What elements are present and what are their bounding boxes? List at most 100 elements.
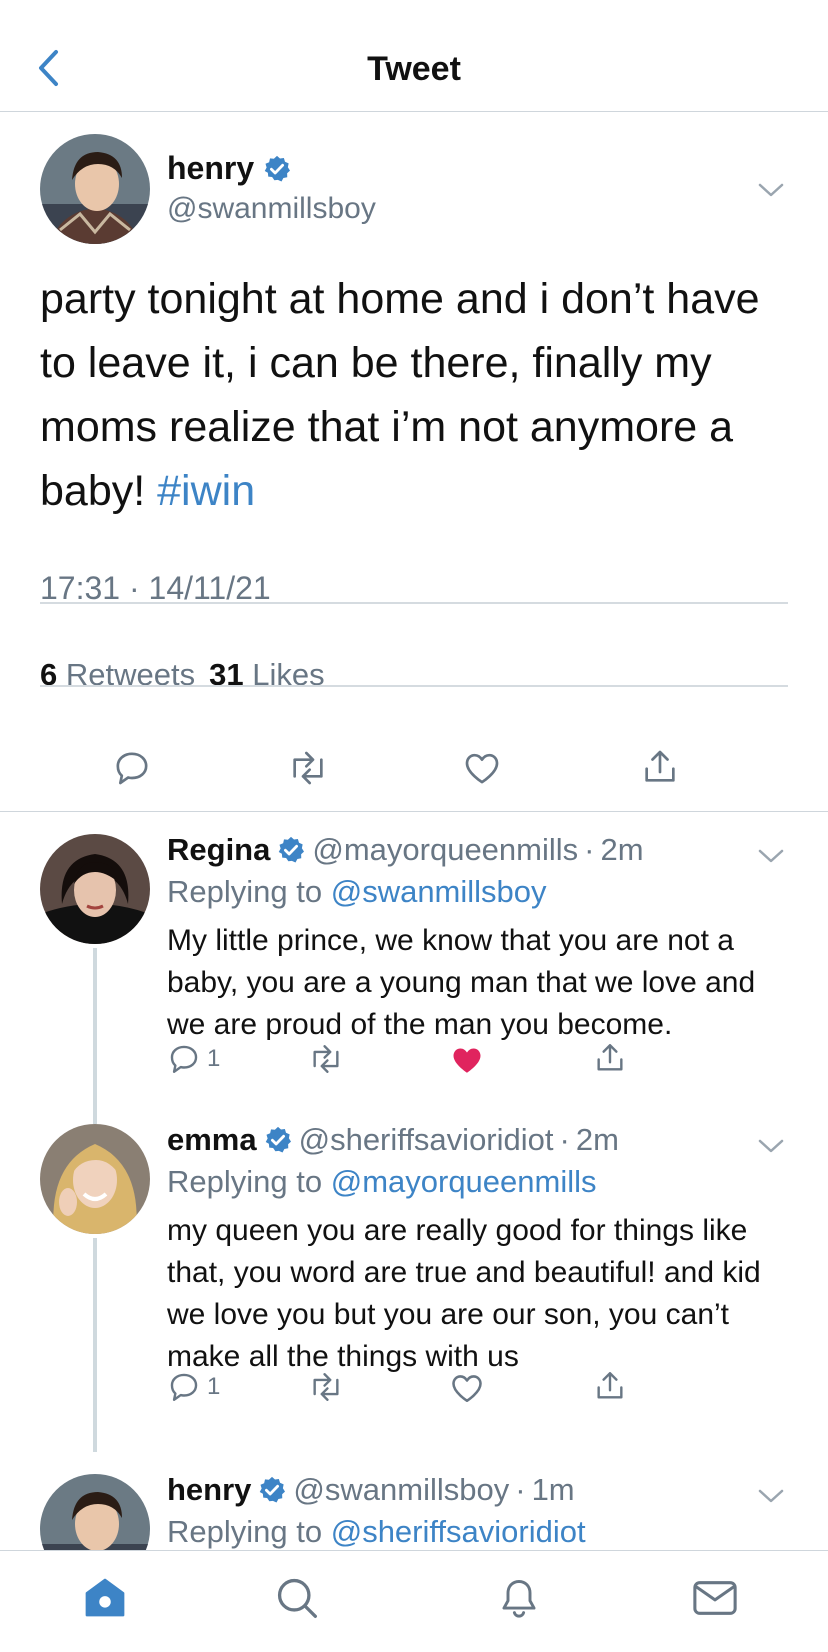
reply-button[interactable] [112, 748, 152, 788]
mail-icon [693, 1581, 737, 1615]
replying-to-label: Replying to [167, 874, 323, 909]
reply-icon [170, 1045, 198, 1073]
page-title: Tweet [367, 50, 461, 88]
reply-tweet[interactable]: henry @swanmillsboy · 1m Replying to @sh… [0, 1452, 828, 1550]
thread-line [93, 1238, 97, 1452]
likes-count: 31 [209, 657, 244, 692]
mention-link[interactable]: @mayorqueenmills [331, 1164, 597, 1199]
reply-author-handle[interactable]: @swanmillsboy [293, 1472, 509, 1508]
chevron-down-icon[interactable] [756, 1136, 786, 1156]
avatar[interactable] [40, 1124, 150, 1234]
avatar[interactable] [40, 834, 150, 944]
heart-icon [465, 753, 499, 784]
like-button[interactable] [449, 1042, 485, 1078]
home-icon [85, 1578, 125, 1617]
verified-badge-icon [265, 1126, 291, 1153]
share-button[interactable] [640, 746, 680, 788]
tab-home[interactable] [80, 1573, 130, 1623]
separator-dot: · [559, 1122, 570, 1157]
replying-to-label: Replying to [167, 1514, 323, 1549]
reply-header: henry @swanmillsboy · 1m [167, 1472, 575, 1508]
reply-author-name[interactable]: emma [167, 1122, 257, 1158]
reply-icon [170, 1373, 198, 1401]
reply-author-handle[interactable]: @sheriffsavioridiot [299, 1122, 554, 1158]
reply-tweet[interactable]: emma @sheriffsavioridiot · 2m Replying t… [0, 1102, 828, 1452]
tweet-text: party tonight at home and i don’t have t… [40, 267, 800, 523]
divider [40, 685, 788, 687]
retweet-button[interactable] [307, 1042, 345, 1076]
reply-text: my queen you are really good for things … [167, 1214, 761, 1373]
replying-to: Replying to @sheriffsavioridiot [167, 1514, 586, 1550]
replying-to: Replying to @mayorqueenmills [167, 1164, 597, 1200]
share-button[interactable] [593, 1368, 627, 1404]
share-button[interactable] [593, 1040, 627, 1076]
likes-stat[interactable]: 31 Likes [209, 657, 324, 693]
main-tweet: henry @swanmillsboy party tonight at hom… [0, 112, 828, 812]
reply-author-name[interactable]: henry [167, 1472, 251, 1508]
share-icon [597, 1372, 623, 1399]
share-icon [645, 750, 675, 782]
avatar[interactable] [40, 1474, 150, 1550]
author-display-name: henry [167, 150, 255, 186]
retweet-button[interactable] [286, 748, 330, 788]
mention-link[interactable]: @sheriffsavioridiot [331, 1514, 586, 1549]
reply-header: emma @sheriffsavioridiot · 2m [167, 1122, 619, 1158]
tweet-stats: 6 Retweets 31 Likes [40, 657, 325, 693]
reply-time: 1m [531, 1472, 575, 1507]
likes-label: Likes [252, 657, 325, 692]
reply-author-name[interactable]: Regina [167, 832, 270, 868]
retweets-label: Retweets [65, 657, 196, 692]
reply-time: 2m [575, 1122, 619, 1157]
heart-filled-icon [453, 1048, 481, 1073]
reply-author-handle[interactable]: @mayorqueenmills [312, 832, 578, 868]
search-icon [277, 1578, 317, 1618]
like-button[interactable] [449, 1370, 485, 1406]
thread-line [93, 948, 97, 1102]
tweet-actions [0, 732, 828, 812]
chevron-down-icon[interactable] [756, 1486, 786, 1506]
reply-count: 1 [207, 1045, 221, 1072]
retweet-button[interactable] [307, 1370, 345, 1404]
top-bar: Tweet [0, 0, 828, 112]
tweet-body: party tonight at home and i don’t have t… [40, 275, 760, 515]
thread-line [93, 1102, 97, 1124]
reply-actions: 1 [167, 1370, 667, 1410]
tab-search[interactable] [272, 1573, 322, 1623]
like-button[interactable] [462, 748, 502, 788]
tab-notifications[interactable] [494, 1573, 544, 1623]
share-icon [597, 1044, 623, 1071]
heart-icon [452, 1375, 482, 1403]
reply-time: 2m [600, 832, 644, 867]
bottom-tab-bar [0, 1550, 828, 1652]
replying-to-label: Replying to [167, 1164, 323, 1199]
reply-actions: 1 [167, 1042, 667, 1082]
reply-tweet[interactable]: Regina @mayorqueenmills · 2m Replying to… [0, 812, 828, 1102]
tab-messages[interactable] [690, 1573, 740, 1623]
author-name[interactable]: henry [167, 150, 292, 187]
chevron-down-icon[interactable] [756, 846, 786, 866]
retweet-icon [313, 1045, 339, 1073]
retweets-count: 6 [40, 657, 58, 692]
verified-badge-icon [279, 836, 305, 863]
hashtag-link[interactable]: #iwin [157, 467, 255, 515]
divider [40, 602, 788, 604]
chevron-down-icon[interactable] [756, 180, 786, 200]
reply-header: Regina @mayorqueenmills · 2m [167, 832, 644, 868]
verified-badge-icon [264, 155, 291, 181]
bell-icon [502, 1580, 536, 1618]
mention-link[interactable]: @swanmillsboy [331, 874, 547, 909]
retweets-stat[interactable]: 6 Retweets [40, 657, 195, 693]
reply-count: 1 [207, 1373, 221, 1400]
verified-badge-icon [260, 1476, 286, 1503]
retweet-icon [293, 751, 323, 785]
reply-icon [116, 752, 148, 785]
author-handle[interactable]: @swanmillsboy [167, 192, 376, 226]
avatar[interactable] [40, 134, 150, 244]
reply-button[interactable]: 1 [167, 1370, 220, 1404]
replying-to: Replying to @swanmillsboy [167, 874, 547, 910]
reply-text: My little prince, we know that you are n… [167, 924, 756, 1041]
separator-dot: · [584, 832, 595, 867]
separator-dot: · [515, 1472, 526, 1507]
retweet-icon [313, 1373, 339, 1401]
reply-button[interactable]: 1 [167, 1042, 220, 1076]
